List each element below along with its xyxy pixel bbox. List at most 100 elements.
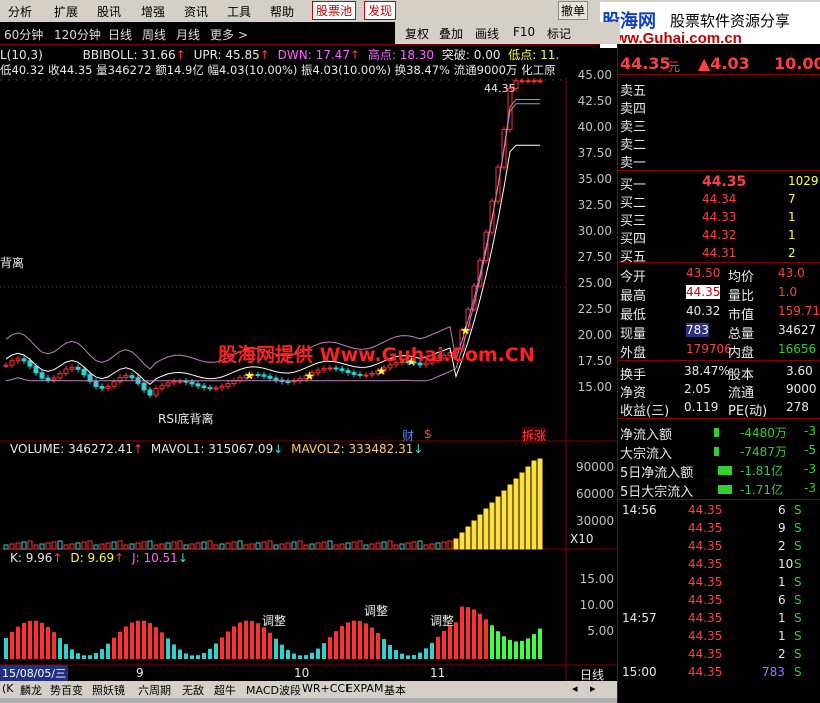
split-marker[interactable]: 拆涨 [522, 427, 547, 444]
candle-body [81, 368, 87, 376]
menu-extend[interactable]: 扩展 [54, 3, 78, 20]
tab-zhaoyaojing[interactable]: 照妖镜 [92, 682, 125, 698]
candle-body [171, 380, 177, 384]
tab-scroll-left[interactable]: ◂ [572, 682, 578, 695]
candle-body [189, 381, 195, 385]
discover-button[interactable]: 发现 [364, 1, 397, 20]
period-daily[interactable]: 日线 [108, 26, 132, 43]
menu-info[interactable]: 资讯 [184, 3, 208, 20]
candle-body [195, 383, 201, 387]
kdj-bar [148, 623, 152, 659]
volume-bar [321, 541, 327, 550]
volume-bar [111, 541, 117, 550]
mavol1-value: MAVOL1: 315067.09 [150, 442, 274, 456]
stat-label-2: 均价 [728, 270, 755, 285]
tab-scroll-right[interactable]: ▸ [590, 682, 596, 695]
volume-bar [333, 544, 339, 550]
tab-basic[interactable]: 基本 [384, 682, 406, 698]
kdj-bar [424, 648, 428, 659]
current-price: 44.35 [620, 54, 671, 73]
kdj-tick: 5.00 [587, 624, 614, 638]
candle-body [363, 374, 369, 377]
fuquan-button[interactable]: 复权 [405, 25, 429, 42]
volume-bar [3, 544, 9, 550]
menu-analysis[interactable]: 分析 [8, 3, 32, 20]
tab-six-cycle[interactable]: 六周期 [138, 682, 171, 698]
tab-macd-band[interactable]: MACD波段 [246, 682, 301, 698]
tick-volume: 1 [778, 575, 786, 589]
candle-body [237, 377, 243, 382]
mark-button[interactable]: 标记 [547, 25, 571, 42]
kdj-bar [88, 655, 92, 659]
fund-label-2: 流通 [728, 386, 755, 401]
volume-bar [57, 540, 63, 550]
tab-chaoniu[interactable]: 超牛 [214, 682, 236, 698]
watermark-text: 股海网提供 Www.Guhai.Com.CN [218, 344, 535, 366]
period-monthly[interactable]: 月线 [176, 26, 200, 43]
flow-value: -1.81亿 [740, 464, 784, 478]
peak-price-label: 44.35 [484, 82, 516, 95]
kdj-bar [490, 625, 494, 659]
volume-tick: 60000 [576, 487, 615, 501]
volume-bar [87, 540, 93, 550]
tab-k[interactable]: (K [2, 682, 14, 695]
flow-pct: -3 [804, 462, 816, 476]
tick-volume: 1 [778, 629, 786, 643]
volume-bar [63, 544, 69, 550]
tab-wudi[interactable]: 无敌 [182, 682, 204, 698]
volume-bar [369, 543, 375, 550]
period-60min[interactable]: 60分钟 [4, 26, 43, 43]
menu-stock-news[interactable]: 股讯 [97, 3, 121, 20]
menu-help[interactable]: 帮助 [270, 3, 294, 20]
f10-button[interactable]: F10 [513, 25, 535, 39]
period-more[interactable]: 更多 > [210, 26, 248, 43]
flow-bar [718, 485, 732, 494]
kdj-bar [292, 653, 296, 659]
buy-star-icon: ★ [244, 369, 255, 383]
draw-line-button[interactable]: 画线 [475, 25, 499, 42]
tab-shibaibian[interactable]: 势百变 [50, 682, 83, 698]
tab-expam[interactable]: EXPAM [346, 682, 383, 695]
flow-bar [714, 447, 719, 456]
kdj-bar [460, 606, 464, 659]
volume-bar [387, 540, 393, 550]
tick-price: 44.35 [688, 539, 723, 553]
flow-value: -4480万 [740, 426, 787, 440]
month-9: 9 [136, 666, 144, 680]
cancel-order-button[interactable]: 撤单 [558, 1, 589, 20]
kdj-bar [52, 632, 56, 659]
dollar-marker[interactable]: $ [424, 427, 432, 441]
kdj-bar [244, 620, 248, 659]
candle-body [321, 367, 327, 371]
kdj-tick: 15.00 [579, 572, 614, 586]
tab-wr-cci[interactable]: WR+CCI [302, 682, 348, 695]
kdj-bar [202, 652, 206, 659]
kdj-bar [130, 622, 134, 659]
menu-tools[interactable]: 工具 [227, 3, 251, 20]
kdj-bar [94, 653, 98, 659]
volume-bar [33, 544, 39, 550]
kdj-bar [262, 627, 266, 659]
kdj-bar [484, 619, 488, 659]
bid-price: 44.32 [702, 228, 737, 242]
tick-time: 15:00 [622, 665, 657, 679]
volume-bar [381, 541, 387, 550]
stock-pool-button[interactable]: 股票池 [312, 1, 357, 20]
kdj-bar [232, 626, 236, 659]
period-120min[interactable]: 120分钟 [54, 26, 101, 43]
fund-value-2: 278 [786, 400, 809, 414]
kdj-bar [154, 627, 158, 659]
volume-bar [303, 544, 309, 550]
tab-linlong[interactable]: 麟龙 [20, 682, 42, 698]
flow-pct: -5 [804, 443, 816, 457]
candle-body [165, 382, 171, 386]
kdj-bar [274, 638, 278, 659]
kdj-bar [286, 649, 290, 659]
menu-enhance[interactable]: 增强 [141, 3, 165, 20]
bid-volume: 1 [788, 228, 796, 242]
kdj-bar [316, 648, 320, 659]
kdj-bar [82, 655, 86, 659]
overlay-button[interactable]: 叠加 [439, 25, 463, 42]
kdj-bar [340, 626, 344, 659]
period-weekly[interactable]: 周线 [142, 26, 166, 43]
